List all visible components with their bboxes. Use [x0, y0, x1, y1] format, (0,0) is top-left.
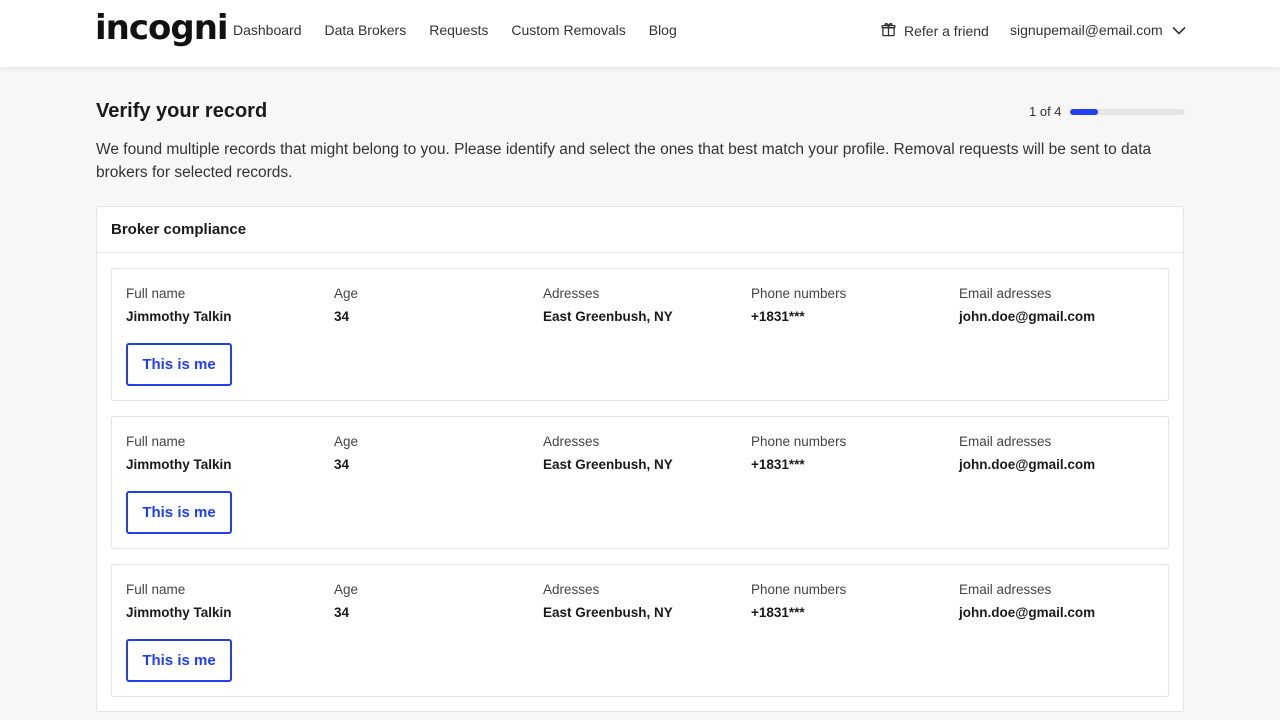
main-nav: Dashboard Data Brokers Requests Custom R… [233, 22, 700, 38]
refer-a-friend-link[interactable]: Refer a friend [881, 22, 989, 40]
field-full-name: Full name Jimmothy Talkin [126, 286, 232, 324]
account-email: signupemail@email.com [1010, 22, 1163, 38]
field-value: Jimmothy Talkin [126, 457, 232, 472]
nav-blog[interactable]: Blog [649, 22, 677, 38]
progress-label: 1 of 4 [1029, 104, 1062, 119]
field-value: East Greenbush, NY [543, 309, 673, 324]
field-label: Adresses [543, 582, 600, 597]
field-label: Phone numbers [751, 286, 847, 301]
field-email: Email adresses john.doe@gmail.com [959, 582, 1095, 620]
field-value: East Greenbush, NY [543, 605, 673, 620]
field-label: Age [334, 286, 359, 301]
chevron-down-icon [1163, 22, 1186, 38]
field-label: Age [334, 582, 359, 597]
field-value: Jimmothy Talkin [126, 309, 232, 324]
field-label: Email adresses [959, 286, 1052, 301]
field-label: Age [334, 434, 359, 449]
field-email: Email adresses john.doe@gmail.com [959, 286, 1095, 324]
field-label: Adresses [543, 286, 600, 301]
field-label: Phone numbers [751, 582, 847, 597]
field-value: Jimmothy Talkin [126, 605, 232, 620]
page-title: Verify your record [96, 100, 268, 122]
nav-custom-removals[interactable]: Custom Removals [511, 22, 625, 38]
field-value: 34 [334, 457, 350, 472]
top-navigation-bar: incogni Dashboard Data Brokers Requests … [0, 0, 1280, 67]
broker-compliance-panel: Broker compliance Full name Jimmothy Tal… [96, 206, 1184, 712]
field-value: +1831*** [751, 309, 805, 324]
gift-icon [881, 22, 904, 40]
field-label: Full name [126, 286, 186, 301]
step-progress: 1 of 4 [1029, 104, 1185, 119]
record-card: Full name Jimmothy Talkin Age 34 Adresse… [111, 564, 1169, 697]
nav-dashboard[interactable]: Dashboard [233, 22, 302, 38]
progress-track [1069, 108, 1185, 115]
field-value: 34 [334, 309, 350, 324]
field-address: Adresses East Greenbush, NY [543, 434, 673, 472]
field-value: john.doe@gmail.com [959, 457, 1096, 472]
field-value: 34 [334, 605, 350, 620]
this-is-me-button[interactable]: This is me [126, 491, 232, 534]
field-label: Email adresses [959, 434, 1052, 449]
this-is-me-button[interactable]: This is me [126, 639, 232, 682]
field-value: john.doe@gmail.com [959, 309, 1096, 324]
field-value: john.doe@gmail.com [959, 605, 1096, 620]
record-card: Full name Jimmothy Talkin Age 34 Adresse… [111, 416, 1169, 549]
progress-fill [1069, 108, 1099, 115]
field-age: Age 34 [334, 286, 358, 324]
field-value: +1831*** [751, 605, 805, 620]
field-label: Phone numbers [751, 434, 847, 449]
field-phone: Phone numbers +1831*** [751, 286, 846, 324]
nav-requests[interactable]: Requests [429, 22, 488, 38]
field-label: Email adresses [959, 582, 1052, 597]
account-menu[interactable]: signupemail@email.com [1010, 22, 1186, 38]
field-full-name: Full name Jimmothy Talkin [126, 434, 232, 472]
this-is-me-button[interactable]: This is me [126, 343, 232, 386]
incogni-logo[interactable]: incogni [95, 8, 229, 48]
field-label: Full name [126, 582, 186, 597]
record-card: Full name Jimmothy Talkin Age 34 Adresse… [111, 268, 1169, 401]
field-address: Adresses East Greenbush, NY [543, 286, 673, 324]
field-label: Full name [126, 434, 186, 449]
intro-text: We found multiple records that might bel… [96, 141, 1152, 181]
field-address: Adresses East Greenbush, NY [543, 582, 673, 620]
field-value: East Greenbush, NY [543, 457, 673, 472]
field-age: Age 34 [334, 582, 358, 620]
field-value: +1831*** [751, 457, 805, 472]
panel-title: Broker compliance [97, 207, 1183, 253]
field-label: Adresses [543, 434, 600, 449]
nav-data-brokers[interactable]: Data Brokers [325, 22, 407, 38]
field-email: Email adresses john.doe@gmail.com [959, 434, 1095, 472]
field-phone: Phone numbers +1831*** [751, 434, 846, 472]
field-full-name: Full name Jimmothy Talkin [126, 582, 232, 620]
field-phone: Phone numbers +1831*** [751, 582, 846, 620]
field-age: Age 34 [334, 434, 358, 472]
refer-label: Refer a friend [904, 23, 989, 39]
